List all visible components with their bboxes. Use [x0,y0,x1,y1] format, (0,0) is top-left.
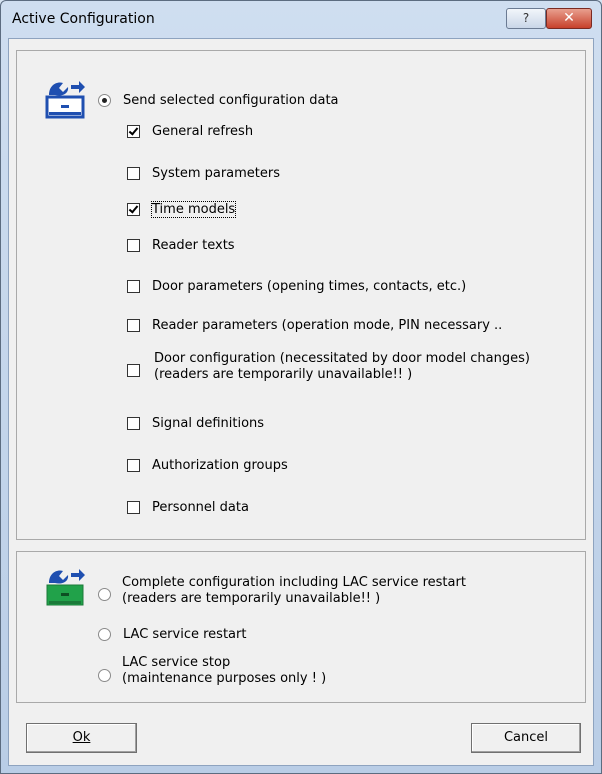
window-title: Active Configuration [12,11,155,27]
complete-configuration-radio[interactable] [98,588,111,601]
lac-service-stop-label: LAC service stop [122,655,231,670]
checkbox-box[interactable] [127,239,140,252]
general-refresh-checkbox[interactable]: General refresh [127,124,253,139]
dialog-client-area: Send selected configuration data General… [8,38,594,766]
send-configuration-group [16,50,586,540]
authorization-groups-checkbox[interactable]: Authorization groups [127,458,288,473]
reader-parameters-checkbox[interactable]: Reader parameters (operation mode, PIN n… [127,318,502,333]
checkbox-label: Time models [150,201,237,218]
checkbox-label: Door parameters (opening times, contacts… [152,279,467,294]
send-selected-label: Send selected configuration data [123,93,339,108]
close-button[interactable]: ✕ [546,8,592,29]
radio-indicator[interactable] [98,588,111,601]
checkbox-label: Personnel data [152,500,249,515]
door-configuration-label: Door configuration (necessitated by door… [154,351,530,366]
checkbox-label: System parameters [152,166,281,181]
cancel-button[interactable]: Cancel [471,723,581,753]
send-selected-radio[interactable]: Send selected configuration data [98,93,339,108]
checkbox-box[interactable] [127,280,140,293]
door-configuration-checkbox[interactable] [127,364,140,377]
checkbox-box[interactable] [127,417,140,430]
door-configuration-note: (readers are temporarily unavailable!! ) [154,367,413,382]
config-transfer-icon [45,81,85,119]
checkbox-label: General refresh [152,124,254,139]
ok-label: Ok [72,730,91,745]
checkbox-box[interactable] [127,459,140,472]
checkbox-box[interactable] [127,319,140,332]
checkbox-box[interactable] [127,501,140,514]
lac-service-restart-label: LAC service restart [123,627,247,642]
cancel-label: Cancel [503,730,549,745]
radio-indicator[interactable] [98,94,111,107]
personnel-data-checkbox[interactable]: Personnel data [127,500,249,515]
radio-indicator[interactable] [98,628,111,641]
checkbox-box[interactable] [127,203,140,216]
ok-button[interactable]: Ok [26,723,137,753]
checkbox-label: Signal definitions [152,416,265,431]
checkbox-label: Reader texts [152,238,235,253]
time-models-checkbox[interactable]: Time models [127,201,237,218]
service-restart-icon [46,569,85,606]
system-parameters-checkbox[interactable]: System parameters [127,166,280,181]
title-bar[interactable]: Active Configuration ? ✕ [1,1,601,39]
complete-configuration-note: (readers are temporarily unavailable!! ) [122,591,381,606]
lac-service-stop-radio[interactable] [98,669,111,682]
lac-service-stop-note: (maintenance purposes only ! ) [122,671,327,686]
checkbox-box[interactable] [127,125,140,138]
checkbox-box[interactable] [127,167,140,180]
reader-texts-checkbox[interactable]: Reader texts [127,238,235,253]
radio-indicator[interactable] [98,669,111,682]
checkbox-label: Authorization groups [152,458,288,473]
door-parameters-checkbox[interactable]: Door parameters (opening times, contacts… [127,279,466,294]
checkbox-label: Reader parameters (operation mode, PIN n… [152,318,503,333]
checkbox-box[interactable] [127,364,140,377]
complete-configuration-label: Complete configuration including LAC ser… [122,575,466,590]
signal-definitions-checkbox[interactable]: Signal definitions [127,416,264,431]
help-button[interactable]: ? [506,8,546,29]
lac-service-restart-radio[interactable]: LAC service restart [98,627,246,642]
